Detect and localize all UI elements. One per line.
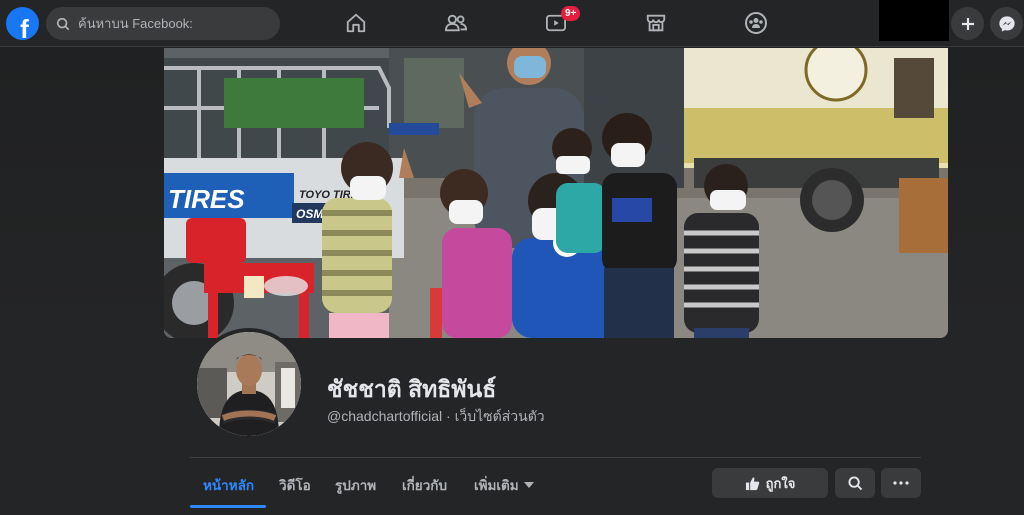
page-handle-and-category[interactable]: @chadchartofficial · เว็บไซต์ส่วนตัว (327, 406, 545, 428)
facebook-logo-letter: f (20, 14, 29, 40)
profile-picture-illustration (197, 332, 301, 436)
redacted-area (879, 0, 949, 41)
profile-picture-frame[interactable] (193, 328, 305, 440)
more-icon (893, 481, 909, 485)
page-search-button[interactable] (835, 468, 875, 498)
groups-icon[interactable] (743, 10, 769, 36)
search-icon (847, 475, 862, 490)
marketplace-icon[interactable] (643, 10, 669, 36)
tab-videos[interactable]: วิดีโอ (279, 474, 311, 496)
cover-photo-illustration: TIRES TOYO TIRE OSM (164, 48, 948, 338)
top-navigation-bar: f 9+ (0, 0, 1024, 47)
more-options-button[interactable] (881, 468, 921, 498)
friends-icon[interactable] (443, 10, 469, 36)
tab-photos[interactable]: รูปภาพ (335, 474, 376, 496)
tab-more-label: เพิ่มเติม (474, 478, 519, 493)
tab-more[interactable]: เพิ่มเติม (474, 474, 534, 496)
like-page-button[interactable]: ถูกใจ (712, 468, 828, 498)
thumbs-up-icon (745, 476, 759, 490)
page-title: ชัชชาติ สิทธิพันธ์ (327, 376, 497, 402)
header-divider (190, 457, 921, 458)
watch-notification-badge: 9+ (561, 6, 581, 21)
cover-photo[interactable]: TIRES TOYO TIRE OSM (164, 48, 948, 338)
like-button-label: ถูกใจ (765, 475, 796, 491)
create-button[interactable] (951, 7, 984, 40)
search-box[interactable] (46, 7, 280, 40)
tab-about[interactable]: เกี่ยวกับ (402, 474, 447, 496)
home-icon[interactable] (343, 10, 369, 36)
search-input[interactable] (76, 15, 260, 32)
search-icon (56, 17, 70, 30)
profile-picture[interactable] (197, 332, 301, 436)
osm-decal: OSM (296, 207, 324, 221)
facebook-logo[interactable]: f (6, 7, 39, 40)
active-tab-indicator (190, 505, 266, 508)
messenger-icon (998, 15, 1015, 32)
tires-decal: TIRES (168, 184, 245, 214)
chevron-down-icon (523, 481, 534, 488)
messenger-button[interactable] (990, 7, 1023, 40)
tab-home[interactable]: หน้าหลัก (203, 474, 254, 496)
plus-icon (961, 17, 974, 30)
